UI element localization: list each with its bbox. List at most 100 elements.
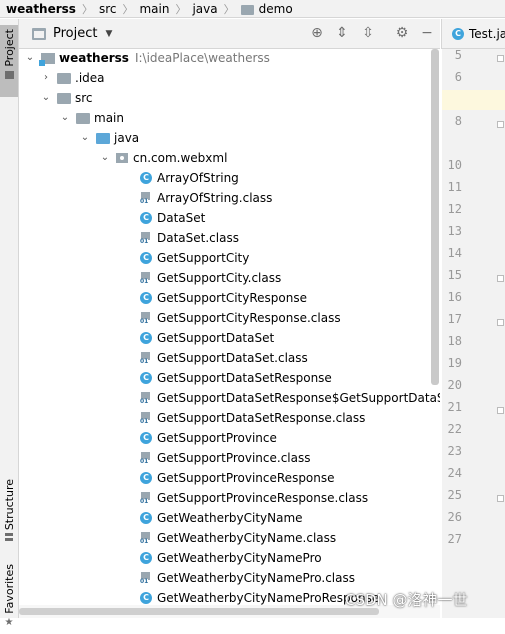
tree-node-label: GetWeatherbyCityName.class [157,531,337,545]
project-view-icon [32,27,46,40]
left-tool-stripe: Project Structure Favorites ★ [0,19,19,628]
tree-node-label: GetSupportCity [157,251,250,265]
tree-node-label: GetSupportProvince [157,431,277,445]
tree-node-class[interactable]: C GetSupportCity [140,248,249,268]
tool-tab-structure[interactable]: Structure [0,479,18,549]
class-file-icon: 01 [140,191,152,205]
class-icon: C [140,472,152,484]
chevron-down-icon[interactable]: ⌄ [60,108,70,128]
locate-icon[interactable]: ⊕ [309,25,325,41]
tree-node-label: GetSupportDataSet.class [157,351,308,365]
tree-node-java[interactable]: ⌄ java [80,128,139,148]
hide-icon[interactable]: − [419,25,435,41]
tree-node-label: GetSupportCity.class [157,271,282,285]
tree-node-classfile[interactable]: 01 GetSupportProvince.class [140,448,311,468]
tree-node-label: cn.com.webxml [133,151,228,165]
project-panel-header: Project ▼ ⊕ ⇕ ⇳ ⚙ − [19,19,440,49]
tree-node-root[interactable]: ⌄ weatherss I:\ideaPlace\weatherss [25,49,270,68]
line-number: 10 [447,158,462,172]
project-view-selector[interactable]: Project [53,26,97,41]
tree-node-class[interactable]: C GetWeatherbyCityNamePro [140,548,322,568]
collapse-all-icon[interactable]: ⇳ [360,25,376,41]
line-number: 11 [447,180,462,194]
tree-node-path: I:\ideaPlace\weatherss [134,51,270,65]
chevron-down-icon[interactable]: ⌄ [80,128,90,148]
tree-node-classfile[interactable]: 01 GetSupportCityResponse.class [140,308,341,328]
breadcrumb-item-project[interactable]: weatherss [6,2,76,16]
vertical-scrollbar[interactable] [431,49,439,385]
folder-icon [57,92,71,104]
class-icon: C [140,592,152,604]
tree-node-class[interactable]: C GetSupportDataSetResponse [140,368,332,388]
horizontal-scrollbar[interactable] [19,608,379,615]
fold-marker-icon[interactable] [497,275,504,282]
tree-node-main[interactable]: ⌄ main [60,108,124,128]
current-line-highlight [442,90,505,110]
tree-node-class[interactable]: C DataSet [140,208,205,228]
breadcrumb-item-src[interactable]: src [99,2,117,16]
tree-node-classfile[interactable]: 01 ArrayOfString.class [140,188,272,208]
tree-node-classfile[interactable]: 01 DataSet.class [140,228,239,248]
tree-node-class[interactable]: C GetSupportCityResponse [140,288,307,308]
breadcrumb-item-java[interactable]: java [192,2,217,16]
class-icon: C [140,512,152,524]
line-number: 15 [447,268,462,282]
tree-node-class[interactable]: C ArrayOfString [140,168,239,188]
project-icon [4,70,14,79]
tree-node-label: GetWeatherbyCityNamePro [157,551,322,565]
tree-node-package[interactable]: ⌄ cn.com.webxml [100,148,228,168]
tree-node-class[interactable]: C GetWeatherbyCityName [140,508,303,528]
tree-node-classfile[interactable]: 01 GetSupportDataSet.class [140,348,308,368]
tree-node-label: weatherss [59,51,129,65]
project-tree: ⌄ weatherss I:\ideaPlace\weatherss › .id… [19,49,440,605]
chevron-down-icon[interactable]: ⌄ [41,88,51,108]
class-icon: C [452,27,464,40]
tree-node-classfile[interactable]: 01 GetSupportDataSetResponse$GetSupportDa… [140,388,440,408]
tree-node-classfile[interactable]: 01 GetWeatherbyCityNamePro.class [140,568,355,588]
tool-tab-project[interactable]: Project [0,25,18,97]
fold-marker-icon[interactable] [497,319,504,326]
chevron-down-icon[interactable]: ⌄ [25,49,35,68]
chevron-down-icon[interactable]: ▼ [105,29,112,39]
tree-node-classfile[interactable]: 01 GetSupportCity.class [140,268,281,288]
tree-node-src[interactable]: ⌄ src [41,88,93,108]
breadcrumb-item-demo[interactable]: demo [259,2,293,16]
fold-marker-icon[interactable] [497,495,504,502]
tool-tab-favorites-label: Favorites [2,564,16,614]
tree-node-class[interactable]: C GetSupportDataSet [140,328,274,348]
chevron-down-icon[interactable]: ⌄ [100,148,110,168]
fold-marker-icon[interactable] [497,121,504,128]
fold-marker-icon[interactable] [497,55,504,62]
line-number: 13 [447,224,462,238]
editor-tab[interactable]: C Test.ja [442,27,505,41]
breadcrumb-item-main[interactable]: main [139,2,169,16]
tool-tab-favorites[interactable]: Favorites ★ [0,564,18,634]
module-icon [39,52,55,66]
tree-node-classfile[interactable]: 01 GetSupportProvinceResponse.class [140,488,368,508]
tree-node-label: DataSet.class [157,231,239,245]
tool-tab-project-label: Project [2,29,16,67]
line-number: 6 [454,70,462,84]
line-number: 25 [447,488,462,502]
tree-node-class[interactable]: C GetSupportProvinceResponse [140,468,335,488]
tree-node-class[interactable]: C GetWeatherbyCityNameProResponse [140,588,379,605]
tree-node-class[interactable]: C GetSupportProvince [140,428,277,448]
tree-node-label: GetSupportDataSet [157,331,275,345]
tree-node-label: ArrayOfString [157,171,239,185]
line-number: 24 [447,466,462,480]
tree-node-idea[interactable]: › .idea [41,68,105,88]
tree-node-label: GetSupportProvinceResponse [157,471,335,485]
class-file-icon: 01 [140,451,152,465]
tree-node-classfile[interactable]: 01 GetSupportDataSetResponse.class [140,408,365,428]
fold-marker-icon[interactable] [497,407,504,414]
gear-icon[interactable]: ⚙ [394,25,410,41]
tree-node-label: GetSupportProvince.class [157,451,311,465]
tree-node-label: DataSet [157,211,206,225]
package-icon [116,153,128,163]
tree-node-label: java [114,131,140,145]
chevron-right-icon[interactable]: › [41,68,51,88]
breadcrumb: weatherss 〉 src 〉 main 〉 java 〉 demo [0,0,505,18]
tree-node-classfile[interactable]: 01 GetWeatherbyCityName.class [140,528,336,548]
expand-all-icon[interactable]: ⇕ [334,25,350,41]
line-number: 23 [447,444,462,458]
